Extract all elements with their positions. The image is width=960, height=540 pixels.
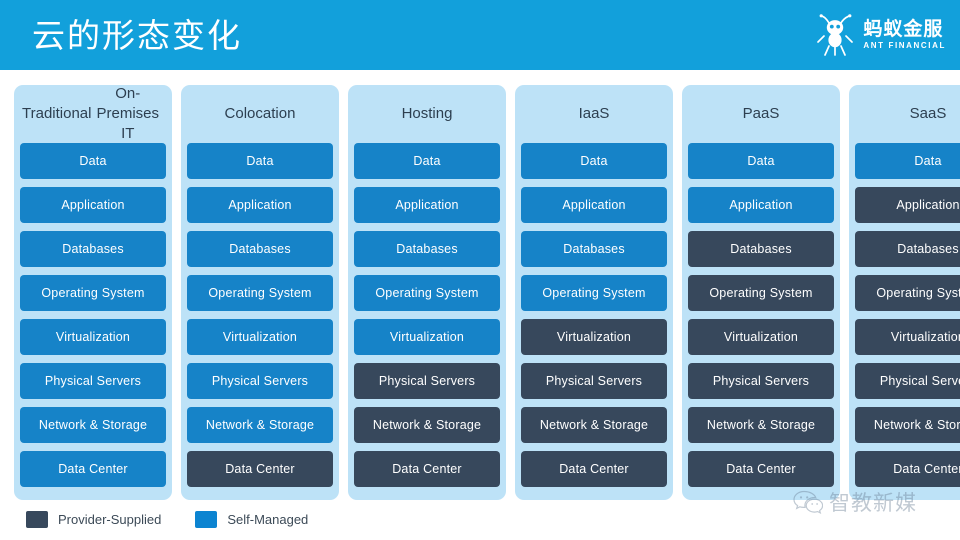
legend-label: Provider-Supplied	[58, 512, 162, 527]
layer-cell: Databases	[855, 231, 960, 267]
layer-cell: Data Center	[354, 451, 500, 487]
brand-name-cn: 蚂蚁金服	[863, 19, 944, 40]
column-title-line: SaaS	[909, 104, 947, 122]
layer-cell: Virtualization	[354, 319, 500, 355]
column-title-line: On-Premises IT	[96, 84, 159, 143]
brand-text: 蚂蚁金服 ANT FINANCIAL	[863, 20, 946, 50]
layer-cell: Virtualization	[20, 319, 166, 355]
layer-cell: Physical Servers	[855, 363, 960, 399]
legend-item-self: Self-Managed	[195, 511, 308, 528]
layer-cell: Network & Storage	[855, 407, 960, 443]
column-header: Traditional On-Premises IT	[20, 85, 166, 143]
layer-cell: Data	[20, 143, 166, 179]
legend-swatch-provider	[26, 511, 48, 528]
layer-cell: Physical Servers	[187, 363, 333, 399]
layer-cell: Physical Servers	[688, 363, 834, 399]
layer-cell: Data	[521, 143, 667, 179]
column-title-line: Traditional	[22, 104, 92, 122]
layer-cell: Databases	[688, 231, 834, 267]
layer-cell: Physical Servers	[521, 363, 667, 399]
column-paas: PaaS Data Application Databases Operating Sy…	[682, 85, 840, 500]
column-header: Hosting	[354, 85, 500, 143]
legend: Provider-Supplied Self-Managed	[26, 511, 308, 528]
layer-cell: Operating System	[187, 275, 333, 311]
brand-name-en: ANT FINANCIAL	[863, 41, 946, 50]
layer-cell: Network & Storage	[688, 407, 834, 443]
column-title-line: PaaS	[742, 104, 780, 122]
layer-cell: Physical Servers	[354, 363, 500, 399]
layer-cell: Operating System	[688, 275, 834, 311]
layer-cell: Data Center	[20, 451, 166, 487]
column-header: PaaS	[688, 85, 834, 143]
layer-cell: Databases	[187, 231, 333, 267]
brand-logo: 蚂蚁金服 ANT FINANCIAL	[816, 14, 946, 56]
layer-cell: Physical Servers	[20, 363, 166, 399]
legend-label: Self-Managed	[227, 512, 309, 527]
layer-cell: Operating System	[20, 275, 166, 311]
legend-swatch-self	[195, 511, 218, 528]
layer-cell: Network & Storage	[521, 407, 667, 443]
page-header: 云的形态变化 蚂蚁金服 ANT FINANCIAL	[0, 0, 960, 70]
layer-cell: Virtualization	[521, 319, 667, 355]
layer-cell: Network & Storage	[354, 407, 500, 443]
layer-cell: Data	[688, 143, 834, 179]
column-title-line: Hosting	[401, 104, 453, 122]
page-title: 云的形态变化	[32, 16, 242, 54]
column-header: Colocation	[187, 85, 333, 143]
layer-cell: Virtualization	[187, 319, 333, 355]
layer-cell: Application	[521, 187, 667, 223]
layer-cell: Data Center	[855, 451, 960, 487]
legend-item-provider: Provider-Supplied	[26, 511, 161, 528]
layer-cell: Network & Storage	[20, 407, 166, 443]
layer-cell: Application	[688, 187, 834, 223]
column-title-line: IaaS	[578, 104, 610, 122]
layer-cell: Virtualization	[855, 319, 960, 355]
layer-cell: Application	[187, 187, 333, 223]
column-hosting: Hosting Data Application Databases Operating…	[348, 85, 506, 500]
layer-cell: Databases	[521, 231, 667, 267]
ant-mascot-icon	[816, 14, 856, 56]
layer-cell: Data	[354, 143, 500, 179]
layer-cell: Operating System	[855, 275, 960, 311]
layer-cell: Network & Storage	[187, 407, 333, 443]
layer-cell: Databases	[354, 231, 500, 267]
column-saas: SaaS Data Application Databases Operating Sy…	[849, 85, 960, 500]
layer-cell: Application	[855, 187, 960, 223]
responsibility-matrix: Traditional On-Premises IT Data Application…	[14, 85, 960, 500]
column-title-line: Colocation	[224, 104, 296, 122]
layer-cell: Operating System	[354, 275, 500, 311]
layer-cell: Databases	[20, 231, 166, 267]
layer-cell: Application	[354, 187, 500, 223]
column-traditional-on-premises-it: Traditional On-Premises IT Data Application…	[14, 85, 172, 500]
column-header: SaaS	[855, 85, 960, 143]
column-header: IaaS	[521, 85, 667, 143]
layer-cell: Application	[20, 187, 166, 223]
layer-cell: Data	[855, 143, 960, 179]
layer-cell: Data Center	[688, 451, 834, 487]
layer-cell: Virtualization	[688, 319, 834, 355]
layer-cell: Operating System	[521, 275, 667, 311]
column-iaas: IaaS Data Application Databases Operating Sy…	[515, 85, 673, 500]
column-colocation: Colocation Data Application Databases Operat…	[181, 85, 339, 500]
layer-cell: Data Center	[521, 451, 667, 487]
layer-cell: Data	[187, 143, 333, 179]
layer-cell: Data Center	[187, 451, 333, 487]
